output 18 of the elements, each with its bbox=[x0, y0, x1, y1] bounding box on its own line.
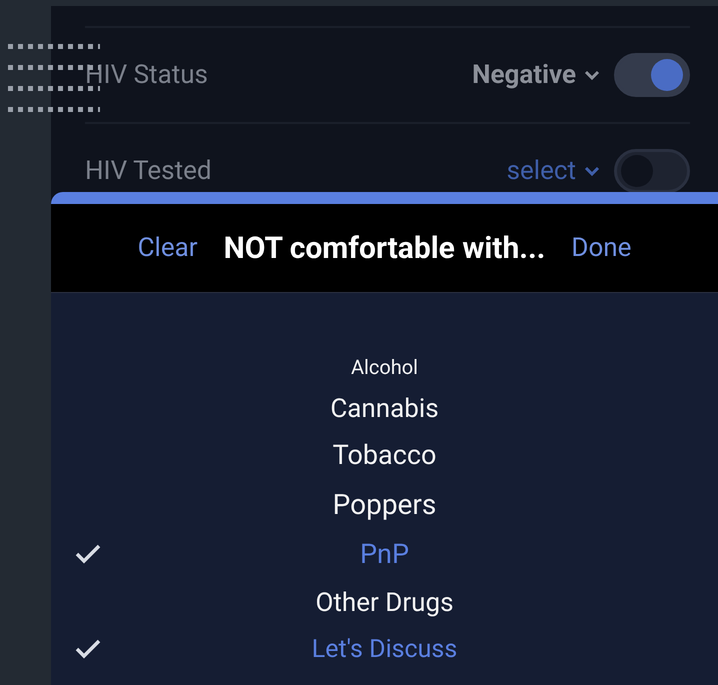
picker-option[interactable]: Let's Discuss bbox=[51, 627, 718, 671]
picker-option[interactable]: Other Drugs bbox=[51, 579, 718, 627]
setting-label: HIV Tested bbox=[85, 156, 213, 186]
chevron-down-icon bbox=[584, 69, 600, 81]
checkmark-icon bbox=[75, 543, 101, 565]
chevron-down-icon bbox=[584, 165, 600, 177]
checkmark-icon bbox=[75, 638, 101, 660]
setting-value[interactable]: Negative bbox=[472, 60, 576, 90]
clear-button[interactable]: Clear bbox=[138, 233, 198, 263]
done-button[interactable]: Done bbox=[571, 233, 632, 263]
toggle-switch[interactable] bbox=[614, 53, 690, 97]
picker-option[interactable]: Alcohol bbox=[51, 347, 718, 387]
picker-option[interactable]: Cannabis bbox=[51, 387, 718, 431]
picker-option[interactable]: Tobacco bbox=[51, 431, 718, 479]
picker-title: NOT comfortable with... bbox=[224, 230, 546, 266]
toggle-switch[interactable] bbox=[614, 149, 690, 193]
picker-option[interactable]: Poppers bbox=[51, 479, 718, 529]
picker-option[interactable]: PnP bbox=[51, 529, 718, 579]
